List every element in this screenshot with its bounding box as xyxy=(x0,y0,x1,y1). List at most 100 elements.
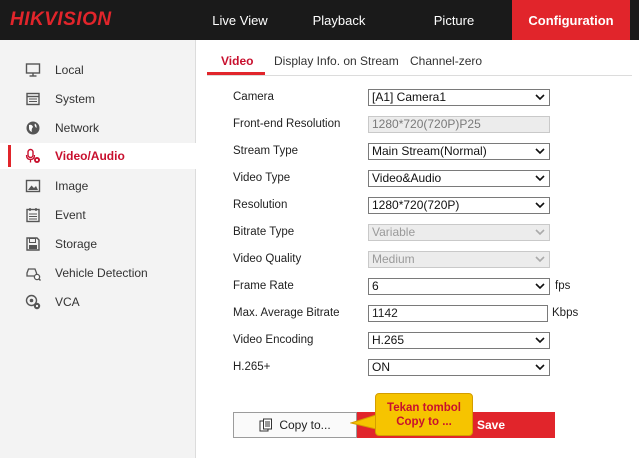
video-quality-select: Medium xyxy=(368,251,550,268)
bitrate-type-select: Variable xyxy=(368,224,550,241)
bitrate-type-select-value: Variable xyxy=(372,225,416,239)
calendar-icon xyxy=(25,207,41,223)
stream-type-select[interactable]: Main Stream(Normal) xyxy=(368,143,550,160)
chevron-down-icon xyxy=(535,256,545,263)
sidebar-item-video-audio[interactable]: Video/Audio xyxy=(0,143,196,169)
chevron-down-icon xyxy=(535,148,545,155)
chevron-down-icon xyxy=(535,364,545,371)
sidebar-item-label: System xyxy=(55,92,96,106)
top-navigation-bar: HIKVISION Live View Playback Picture Con… xyxy=(0,0,639,40)
monitor-icon xyxy=(25,62,41,78)
bitrate-type-row: Bitrate Type Variable xyxy=(233,224,593,242)
nav-picture[interactable]: Picture xyxy=(393,0,515,40)
video-quality-select-value: Medium xyxy=(372,252,415,266)
front-end-resolution-field: 1280*720(720P)P25 xyxy=(368,116,550,133)
video-type-select-value: Video&Audio xyxy=(372,171,442,185)
h265-plus-select[interactable]: ON xyxy=(368,359,550,376)
globe-icon xyxy=(25,120,41,136)
sidebar-item-label: Event xyxy=(55,208,86,222)
tab-video[interactable]: Video xyxy=(221,54,253,68)
main-nav: Live View Playback Picture Configuration xyxy=(195,0,630,40)
sidebar-item-label: Vehicle Detection xyxy=(55,266,148,280)
resolution-label: Resolution xyxy=(233,199,288,211)
chevron-down-icon xyxy=(535,337,545,344)
tab-display-info-on-stream[interactable]: Display Info. on Stream xyxy=(274,54,399,68)
nav-playback[interactable]: Playback xyxy=(285,0,393,40)
tab-channel-zero[interactable]: Channel-zero xyxy=(410,54,482,68)
stream-type-select-value: Main Stream(Normal) xyxy=(372,144,487,158)
sidebar-item-label: Image xyxy=(55,179,89,193)
front-end-resolution-label: Front-end Resolution xyxy=(233,118,341,130)
h265-plus-label: H.265+ xyxy=(233,361,271,373)
video-quality-row: Video Quality Medium xyxy=(233,251,593,269)
microphone-gear-icon xyxy=(25,148,41,164)
sidebar: Local System Network Video/Audio Image E… xyxy=(0,40,196,458)
video-encoding-label: Video Encoding xyxy=(233,334,314,346)
sidebar-item-vca[interactable]: VCA xyxy=(0,289,196,315)
sidebar-item-label: Network xyxy=(55,121,100,135)
sidebar-item-event[interactable]: Event xyxy=(0,202,196,228)
frame-rate-unit: fps xyxy=(555,280,571,292)
video-encoding-select[interactable]: H.265 xyxy=(368,332,550,349)
frame-rate-select-value: 6 xyxy=(372,279,379,293)
sidebar-item-vehicle-detection[interactable]: Vehicle Detection xyxy=(0,260,196,286)
sidebar-item-system[interactable]: System xyxy=(0,86,196,112)
resolution-select-value: 1280*720(720P) xyxy=(372,198,460,212)
window-icon xyxy=(25,91,41,107)
nav-live-view[interactable]: Live View xyxy=(195,0,285,40)
chevron-down-icon xyxy=(535,283,545,290)
camera-row: Camera [A1] Camera1 xyxy=(233,89,593,107)
resolution-row: Resolution 1280*720(720P) xyxy=(233,197,593,215)
hikvision-logo: HIKVISION xyxy=(10,9,112,30)
stream-type-label: Stream Type xyxy=(233,145,298,157)
h265-plus-select-value: ON xyxy=(372,360,390,374)
video-encoding-select-value: H.265 xyxy=(372,333,405,347)
front-end-resolution-row: Front-end Resolution 1280*720(720P)P25 xyxy=(233,116,593,134)
max-average-bitrate-label: Max. Average Bitrate xyxy=(233,307,340,319)
sidebar-item-label: Storage xyxy=(55,237,98,251)
frame-rate-label: Frame Rate xyxy=(233,280,294,292)
copy-to-button[interactable]: Copy to... xyxy=(233,412,357,438)
video-type-label: Video Type xyxy=(233,172,291,184)
bitrate-type-label: Bitrate Type xyxy=(233,226,295,238)
chevron-down-icon xyxy=(535,229,545,236)
video-encoding-row: Video Encoding H.265 xyxy=(233,332,593,350)
sidebar-item-label: Video/Audio xyxy=(55,149,125,163)
settings-tabs: Video Display Info. on Stream Channel-ze… xyxy=(207,48,632,76)
copy-icon xyxy=(259,418,273,432)
vca-gear-icon xyxy=(25,294,41,310)
max-average-bitrate-input[interactable]: 1142 xyxy=(368,305,548,322)
max-average-bitrate-row: Max. Average Bitrate 1142 Kbps xyxy=(233,305,593,323)
resolution-select[interactable]: 1280*720(720P) xyxy=(368,197,550,214)
sidebar-item-network[interactable]: Network xyxy=(0,115,196,141)
sidebar-item-label: VCA xyxy=(55,295,80,309)
chevron-down-icon xyxy=(535,94,545,101)
chevron-down-icon xyxy=(535,202,545,209)
image-icon xyxy=(25,178,41,194)
sidebar-item-label: Local xyxy=(55,63,84,77)
disk-icon xyxy=(25,236,41,252)
sidebar-item-image[interactable]: Image xyxy=(0,173,196,199)
max-average-bitrate-unit: Kbps xyxy=(552,307,579,319)
sidebar-item-storage[interactable]: Storage xyxy=(0,231,196,257)
video-quality-label: Video Quality xyxy=(233,253,302,265)
save-label: Save xyxy=(476,418,506,432)
nav-configuration[interactable]: Configuration xyxy=(512,0,630,40)
frame-rate-select[interactable]: 6 xyxy=(368,278,550,295)
callout-line-1: Tekan tombol xyxy=(387,401,461,414)
copy-to-label: Copy to... xyxy=(279,418,331,432)
camera-select-value: [A1] Camera1 xyxy=(372,90,447,104)
chevron-down-icon xyxy=(535,175,545,182)
annotation-callout: Tekan tombol Copy to ... xyxy=(375,393,473,436)
stream-type-row: Stream Type Main Stream(Normal) xyxy=(233,143,593,161)
h265-plus-row: H.265+ ON xyxy=(233,359,593,377)
active-tab-indicator xyxy=(207,72,265,75)
camera-label: Camera xyxy=(233,91,274,103)
sidebar-item-local[interactable]: Local xyxy=(0,57,196,83)
video-type-row: Video Type Video&Audio xyxy=(233,170,593,188)
callout-line-2: Copy to ... xyxy=(396,415,452,428)
camera-select[interactable]: [A1] Camera1 xyxy=(368,89,550,106)
vehicle-search-icon xyxy=(25,265,41,281)
video-type-select[interactable]: Video&Audio xyxy=(368,170,550,187)
frame-rate-row: Frame Rate 6 fps xyxy=(233,278,593,296)
